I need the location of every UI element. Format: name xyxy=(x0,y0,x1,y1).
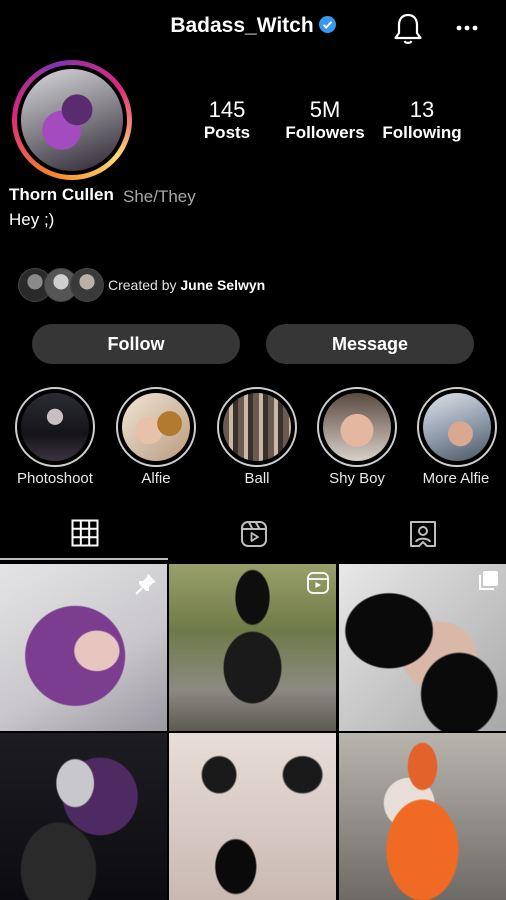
followers-count-label: Followers xyxy=(285,123,365,142)
grid-icon[interactable] xyxy=(71,519,99,547)
grid-post[interactable] xyxy=(0,564,167,731)
active-tab-indicator xyxy=(0,558,168,560)
highlight-cover xyxy=(223,393,291,461)
following-count-value: 13 xyxy=(409,97,435,122)
highlight-cover xyxy=(122,393,190,461)
highlight-cover xyxy=(323,393,391,461)
more-horizontal-icon[interactable] xyxy=(455,16,479,40)
carousel-icon xyxy=(477,570,499,592)
highlight-label: Photoshoot xyxy=(17,470,93,487)
highlight-photoshoot[interactable] xyxy=(15,387,95,467)
profile-name: Thorn Cullen xyxy=(9,185,114,204)
profile-bio: Hey ;) xyxy=(9,210,55,229)
grid-post[interactable] xyxy=(169,564,336,731)
created-by-name[interactable]: June Selwyn xyxy=(180,277,265,293)
bell-icon[interactable] xyxy=(392,12,424,46)
profile-avatar xyxy=(21,69,123,171)
posts-count[interactable]: 145 Posts xyxy=(192,98,262,144)
created-by-prefix: Created by xyxy=(108,277,177,293)
following-count-label: Following xyxy=(382,123,462,142)
followers-count-value: 5M xyxy=(309,97,341,122)
highlight-label: More Alfie xyxy=(422,470,490,487)
followers-count[interactable]: 5M Followers xyxy=(281,98,369,144)
creator-avatars[interactable] xyxy=(18,268,104,302)
profile-username-header: Badass_Witch xyxy=(0,14,506,38)
highlight-more-alfie[interactable] xyxy=(417,387,497,467)
created-by-text[interactable]: Created by June Selwyn xyxy=(108,277,265,293)
verified-badge-icon xyxy=(318,15,336,33)
posts-count-label: Posts xyxy=(203,123,251,142)
highlight-label: Ball xyxy=(244,470,270,487)
highlight-label: Alfie xyxy=(141,470,171,487)
username: Badass_Witch xyxy=(170,14,314,37)
highlight-cover xyxy=(423,393,491,461)
profile-avatar-story-ring[interactable] xyxy=(12,60,132,180)
creator-avatar xyxy=(70,268,104,302)
grid-post[interactable] xyxy=(339,733,506,900)
message-button[interactable]: Message xyxy=(266,324,474,364)
reels-icon[interactable] xyxy=(240,520,268,548)
profile-pronouns: She/They xyxy=(123,187,196,206)
following-count[interactable]: 13 Following xyxy=(378,98,466,144)
grid-post[interactable] xyxy=(169,733,336,900)
tagged-icon[interactable] xyxy=(408,519,438,549)
highlight-alfie[interactable] xyxy=(116,387,196,467)
highlight-cover xyxy=(21,393,89,461)
highlight-ball[interactable] xyxy=(217,387,297,467)
posts-count-value: 145 xyxy=(208,97,246,122)
grid-post[interactable] xyxy=(339,564,506,731)
reel-play-icon xyxy=(307,572,329,594)
highlight-shy-boy[interactable] xyxy=(317,387,397,467)
follow-button[interactable]: Follow xyxy=(32,324,240,364)
highlight-label: Shy Boy xyxy=(329,470,385,487)
grid-post[interactable] xyxy=(0,733,167,900)
pin-icon xyxy=(134,572,158,596)
